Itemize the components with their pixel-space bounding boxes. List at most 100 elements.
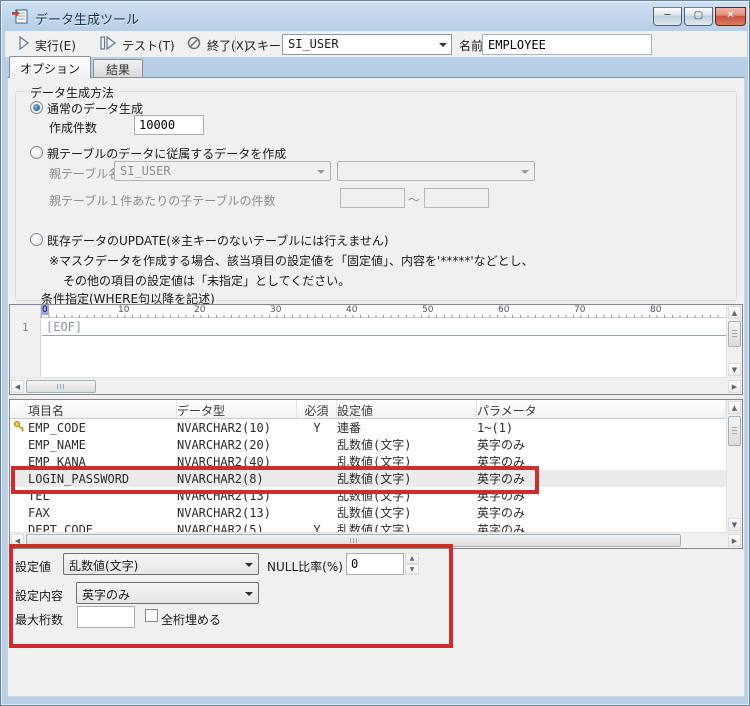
cell-setting: 乱数値(文字) — [337, 436, 477, 453]
null-ratio-input[interactable] — [346, 553, 404, 575]
pad-all-digits-checkbox[interactable] — [145, 609, 158, 622]
setting-value-label: 設定値 — [15, 558, 51, 575]
cell-setting: 乱数値(文字) — [337, 487, 477, 504]
table-row[interactable]: LOGIN_PASSWORDNVARCHAR2(8)乱数値(文字)英字のみ — [10, 470, 726, 487]
scroll-up-icon[interactable]: ▲ — [728, 306, 741, 319]
cell-item-name: EMP_KANA — [28, 455, 177, 469]
scroll-right-icon[interactable]: ▶ — [728, 380, 741, 393]
close-button[interactable]: ✕ — [715, 7, 746, 26]
groupbox-title: データ生成方法 — [25, 84, 119, 101]
name-label: 名前 — [459, 37, 483, 54]
ruler-mark: 50 — [421, 305, 497, 318]
table-hscrollbar[interactable]: ◀ ▶ — [10, 532, 742, 548]
title-bar[interactable]: データ生成ツール ─ ▢ ✕ — [1, 1, 749, 31]
record-count-label: 作成件数 — [49, 119, 97, 136]
maximize-button[interactable]: ▢ — [684, 7, 713, 26]
chevron-down-icon — [439, 43, 447, 51]
cell-parameter: 英字のみ — [477, 453, 726, 470]
scroll-down-icon[interactable]: ▼ — [728, 518, 741, 531]
spinner-up-icon[interactable]: ▲ — [405, 553, 419, 564]
cell-data-type: NVARCHAR2(5) — [177, 523, 297, 533]
parent-table-combo: SI_USER — [114, 161, 331, 181]
editor-vscrollbar[interactable]: ▲ ▼ — [726, 305, 742, 377]
radio-update-existing[interactable] — [30, 233, 43, 246]
setting-content-combo[interactable]: 英字のみ — [76, 582, 259, 604]
scroll-left-icon[interactable]: ◀ — [11, 380, 24, 393]
editor-gutter — [10, 305, 41, 377]
minimize-button[interactable]: ─ — [653, 7, 682, 26]
cell-setting: 乱数値(文字) — [337, 453, 477, 470]
window-title: データ生成ツール — [35, 9, 139, 28]
primary-key-icon — [13, 420, 25, 432]
range-max-input — [424, 188, 489, 208]
header-item-name[interactable]: 項目名 — [10, 400, 177, 418]
table-row[interactable]: FAXNVARCHAR2(13)乱数値(文字)英字のみ — [10, 504, 726, 521]
setting-value-combo[interactable]: 乱数値(文字) — [63, 553, 259, 575]
cell-item-name: TEL — [28, 489, 177, 503]
scroll-up-icon[interactable]: ▲ — [728, 401, 741, 414]
editor-hscrollbar[interactable]: ◀ ▶ — [10, 377, 742, 394]
editor-line-1[interactable]: [EOF] — [42, 319, 727, 336]
scroll-down-icon[interactable]: ▼ — [728, 363, 741, 376]
exit-button[interactable]: 終了(X) — [207, 37, 249, 54]
cell-data-type: NVARCHAR2(8) — [177, 472, 297, 486]
table-header[interactable]: 項目名 データ型 必須 設定値 パラメータ — [10, 400, 726, 419]
table-hscroll-thumb[interactable] — [26, 534, 681, 547]
radio-normal-generation[interactable] — [30, 101, 43, 114]
editor-hscroll-thumb[interactable] — [26, 380, 96, 393]
tab-options-label: オプション — [20, 62, 80, 76]
run-button[interactable]: 実行(E) — [35, 37, 76, 54]
cell-item-name: EMP_CODE — [28, 421, 177, 435]
pad-all-digits-label: 全桁埋める — [161, 611, 221, 628]
ruler-mark: 0 — [41, 305, 117, 318]
exit-icon[interactable] — [187, 36, 201, 50]
table-vscrollbar[interactable]: ▲ ▼ — [726, 400, 742, 532]
scroll-right-icon[interactable]: ▶ — [728, 534, 741, 547]
setting-value-selected: 乱数値(文字) — [69, 559, 138, 573]
ruler-mark: 30 — [269, 305, 345, 318]
cell-item-name: FAX — [28, 506, 177, 520]
scroll-left-icon[interactable]: ◀ — [11, 534, 24, 547]
test-icon[interactable] — [100, 36, 117, 50]
table-row[interactable]: EMP_KANANVARCHAR2(40)乱数値(文字)英字のみ — [10, 453, 726, 470]
where-editor[interactable]: 1 01020304050607080 [EOF] ▲ ▼ ◀ ▶ — [9, 304, 743, 395]
editor-vscroll-thumb[interactable] — [728, 321, 741, 347]
chevron-down-icon — [245, 563, 253, 571]
table-row[interactable]: EMP_NAMENVARCHAR2(20)乱数値(文字)英字のみ — [10, 436, 726, 453]
schema-combo[interactable]: SI_USER — [282, 34, 452, 55]
null-ratio-spinner: ▲ ▼ — [405, 553, 419, 575]
app-icon — [12, 8, 29, 25]
header-parameter[interactable]: パラメータ — [477, 400, 726, 418]
spinner-down-icon[interactable]: ▼ — [405, 564, 419, 575]
cell-parameter: 英字のみ — [477, 504, 726, 521]
cell-parameter: 英字のみ — [477, 521, 726, 532]
table-vscroll-thumb[interactable] — [728, 416, 741, 446]
cell-setting: 連番 — [337, 419, 477, 436]
tab-results[interactable]: 結果 — [93, 59, 143, 78]
header-required[interactable]: 必須 — [297, 400, 337, 418]
cell-setting: 乱数値(文字) — [337, 470, 477, 487]
ruler-mark: 80 — [649, 305, 725, 318]
max-digits-input[interactable] — [77, 606, 135, 628]
cell-parameter: 英字のみ — [477, 487, 726, 504]
test-button[interactable]: テスト(T) — [122, 37, 175, 54]
cell-setting: 乱数値(文字) — [337, 504, 477, 521]
name-input[interactable] — [482, 34, 652, 55]
ruler-mark: 40 — [345, 305, 421, 318]
key-icon-cell — [10, 420, 28, 435]
tab-options[interactable]: オプション — [9, 56, 91, 78]
header-setting[interactable]: 設定値 — [337, 400, 477, 418]
tab-results-label: 結果 — [106, 63, 130, 77]
chevron-down-icon — [521, 170, 529, 178]
mask-note-line1: ※マスクデータを作成する場合、該当項目の設定値を「固定値」、内容を'*****'… — [49, 252, 534, 269]
run-icon[interactable] — [17, 36, 31, 50]
ruler-mark: 70 — [573, 305, 649, 318]
cell-data-type: NVARCHAR2(13) — [177, 489, 297, 503]
ruler-mark: 60 — [497, 305, 573, 318]
table-row[interactable]: EMP_CODENVARCHAR2(10)Y連番1~(1) — [10, 419, 726, 436]
header-data-type[interactable]: データ型 — [177, 400, 297, 418]
table-row[interactable]: TELNVARCHAR2(13) 乱数値(文字)英字のみ — [10, 487, 726, 504]
record-count-input[interactable] — [134, 115, 204, 135]
table-row[interactable]: DEPT_CODENVARCHAR2(5)Y乱数値(文字)英字のみ — [10, 521, 726, 532]
radio-parent-dependent[interactable] — [30, 146, 43, 159]
